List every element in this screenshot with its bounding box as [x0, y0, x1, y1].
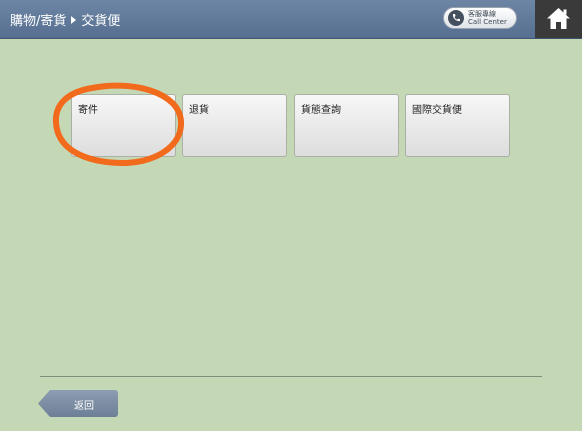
- phone-icon: [448, 10, 464, 26]
- breadcrumb: 購物/寄貨 交貨便: [10, 10, 120, 29]
- top-bar: 購物/寄貨 交貨便 客服專線 Call Center: [0, 0, 582, 39]
- home-button[interactable]: [535, 0, 582, 38]
- call-center-button[interactable]: 客服專線 Call Center: [443, 7, 517, 29]
- international-delivery-button[interactable]: 國際交貨便: [405, 94, 510, 157]
- call-center-text: 客服專線 Call Center: [468, 10, 507, 26]
- breadcrumb-arrow-icon: [71, 15, 77, 24]
- shipment-tracking-label: 貨態查詢: [301, 105, 341, 116]
- home-icon: [547, 8, 570, 29]
- return-goods-label: 退貨: [189, 105, 209, 116]
- international-delivery-label: 國際交貨便: [412, 105, 462, 116]
- back-button[interactable]: 返回: [38, 390, 118, 417]
- call-center-label-en: Call Center: [468, 18, 507, 26]
- breadcrumb-item-current: 交貨便: [81, 14, 121, 29]
- send-package-label: 寄件: [78, 105, 98, 116]
- footer-divider: [40, 376, 542, 377]
- back-button-label: 返回: [74, 401, 94, 412]
- return-goods-button[interactable]: 退貨: [182, 94, 287, 157]
- call-center-label-zh: 客服專線: [468, 10, 496, 18]
- send-package-button[interactable]: 寄件: [71, 94, 176, 157]
- breadcrumb-item-shopping[interactable]: 購物/寄貨: [10, 10, 66, 29]
- shipment-tracking-button[interactable]: 貨態查詢: [294, 94, 399, 157]
